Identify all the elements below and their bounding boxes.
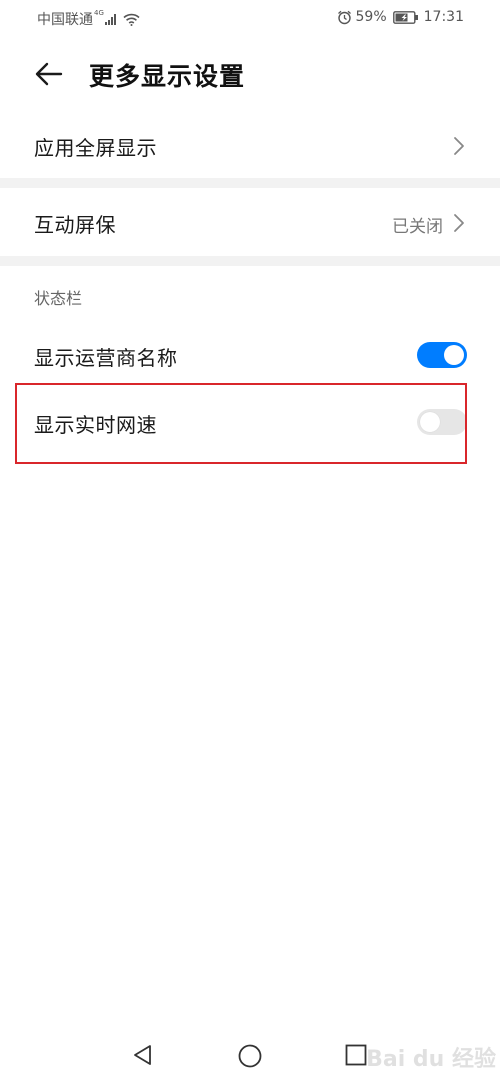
header: 更多显示设置 bbox=[0, 54, 500, 94]
watermark-logo: Bai du 经验 bbox=[366, 1047, 496, 1072]
fullscreen-apps-row[interactable]: 应用全屏显示 bbox=[0, 116, 500, 176]
screensaver-status: 已关闭 bbox=[392, 217, 443, 237]
battery-percent: 59% bbox=[355, 9, 387, 25]
status-right: 59% 17:31 bbox=[337, 9, 464, 25]
annotation-highlight-box bbox=[15, 383, 467, 464]
show-carrier-name-toggle[interactable] bbox=[417, 342, 467, 368]
show-carrier-name-label: 显示运营商名称 bbox=[34, 346, 178, 370]
toggle-knob bbox=[444, 345, 464, 365]
section-title-status-bar: 状态栏 bbox=[34, 289, 83, 308]
fullscreen-apps-label: 应用全屏显示 bbox=[34, 136, 157, 160]
section-divider bbox=[0, 178, 500, 188]
network-type: 4G bbox=[94, 9, 104, 17]
back-arrow-icon[interactable] bbox=[33, 58, 65, 90]
nav-back-icon[interactable] bbox=[131, 1043, 155, 1067]
chevron-right-icon bbox=[454, 137, 464, 155]
signal-icon bbox=[104, 13, 117, 25]
section-divider bbox=[0, 256, 500, 266]
chevron-right-icon bbox=[454, 214, 464, 232]
status-bar: 中国联通 4G 59% 17:31 bbox=[0, 0, 500, 36]
carrier-name: 中国联通 bbox=[37, 12, 93, 28]
clock: 17:31 bbox=[423, 9, 464, 25]
nav-home-icon[interactable] bbox=[237, 1043, 263, 1069]
screensaver-label: 互动屏保 bbox=[34, 213, 116, 237]
nav-recent-icon[interactable] bbox=[344, 1043, 368, 1067]
show-carrier-name-row: 显示运营商名称 bbox=[0, 325, 500, 385]
page-title: 更多显示设置 bbox=[89, 62, 246, 91]
battery-charging-icon bbox=[392, 10, 418, 24]
wifi-icon bbox=[123, 13, 140, 26]
status-left: 中国联通 4G bbox=[37, 9, 140, 29]
alarm-icon bbox=[337, 10, 351, 24]
screensaver-row[interactable]: 互动屏保 已关闭 bbox=[0, 193, 500, 253]
